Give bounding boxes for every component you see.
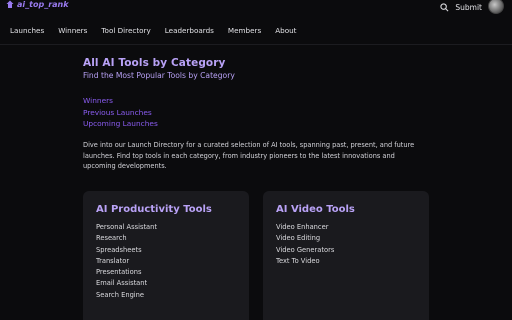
category-list: Video Enhancer Video Editing Video Gener…	[276, 223, 416, 265]
nav-item-launches[interactable]: Launches	[10, 26, 44, 35]
link-winners[interactable]: Winners	[83, 96, 428, 105]
page-description: Dive into our Launch Directory for a cur…	[83, 141, 415, 170]
category-item[interactable]: Video Editing	[276, 234, 416, 242]
quick-links: Winners Previous Launches Upcoming Launc…	[83, 96, 428, 128]
page-title: All AI Tools by Category	[83, 57, 226, 69]
link-upcoming-launches[interactable]: Upcoming Launches	[83, 119, 428, 128]
category-item[interactable]: Personal Assistant	[96, 223, 236, 231]
category-item[interactable]: Translator	[96, 257, 236, 265]
category-item[interactable]: Search Engine	[96, 291, 236, 299]
logo-text: ai_top_rank	[17, 0, 69, 9]
submit-link[interactable]: Submit	[455, 3, 482, 12]
nav-item-members[interactable]: Members	[228, 26, 261, 35]
avatar[interactable]	[488, 0, 504, 14]
nav-item-tool-directory[interactable]: Tool Directory	[101, 26, 150, 35]
main-nav: Launches Winners Tool Directory Leaderbo…	[10, 26, 311, 35]
category-title[interactable]: AI Productivity Tools	[96, 204, 236, 215]
main-content: All AI Tools by Category Find the Most P…	[83, 57, 428, 172]
nav-divider	[0, 44, 512, 45]
category-item[interactable]: Email Assistant	[96, 279, 236, 287]
nav-item-leaderboards[interactable]: Leaderboards	[165, 26, 214, 35]
nav-item-about[interactable]: About	[275, 26, 296, 35]
category-title[interactable]: AI Video Tools	[276, 204, 416, 215]
category-item[interactable]: Video Generators	[276, 246, 416, 254]
top-bar: ai_top_rank Submit	[0, 0, 512, 14]
page-subtitle: Find the Most Popular Tools by Category	[83, 71, 235, 80]
category-item[interactable]: Presentations	[96, 268, 236, 276]
search-icon[interactable]	[440, 2, 449, 12]
category-list: Personal Assistant Research Spreadsheets…	[96, 223, 236, 299]
logo[interactable]: ai_top_rank	[6, 0, 69, 9]
category-card-video: AI Video Tools Video Enhancer Video Edit…	[263, 191, 429, 320]
nav-item-winners[interactable]: Winners	[58, 26, 87, 35]
category-item[interactable]: Research	[96, 234, 236, 242]
category-item[interactable]: Text To Video	[276, 257, 416, 265]
category-item[interactable]: Spreadsheets	[96, 246, 236, 254]
link-previous-launches[interactable]: Previous Launches	[83, 108, 428, 117]
logo-mark-icon	[6, 0, 14, 8]
header-actions: Submit	[440, 0, 504, 14]
category-card-productivity: AI Productivity Tools Personal Assistant…	[83, 191, 249, 320]
category-item[interactable]: Video Enhancer	[276, 223, 416, 231]
